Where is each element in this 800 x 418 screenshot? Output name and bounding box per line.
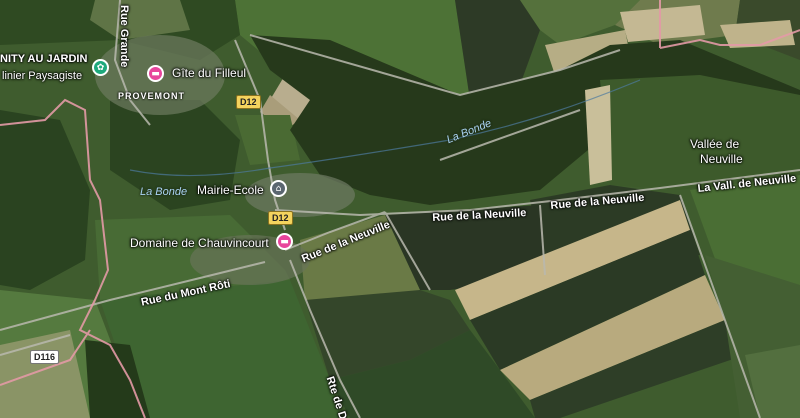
satellite-map[interactable]: NITY AU JARDIN linier Paysagiste ✿ ▬ Gît… — [0, 0, 800, 418]
town-hall-icon[interactable]: ⌂ — [270, 180, 287, 197]
hotel-icon[interactable]: ▬ — [147, 65, 164, 82]
garden-business-sublabel: linier Paysagiste — [2, 70, 83, 82]
rue-grande-label: Rue Grande — [118, 5, 130, 68]
hotel-icon[interactable]: ▬ — [276, 233, 293, 250]
garden-icon[interactable]: ✿ — [92, 59, 109, 76]
d12-shield-north: D12 — [236, 95, 261, 109]
provemont-label: PROVEMONT — [118, 91, 186, 101]
mairie-ecole-label[interactable]: Mairie-Ecole — [197, 183, 264, 197]
gite-du-filleul-label[interactable]: Gîte du Filleul — [172, 66, 246, 80]
d12-shield-south: D12 — [268, 211, 293, 225]
field-light — [720, 20, 795, 48]
d116-shield: D116 — [30, 350, 60, 364]
domaine-de-chauvincourt-label[interactable]: Domaine de Chauvincourt — [130, 236, 269, 250]
field — [600, 75, 800, 190]
la-bonde-label-west: La Bonde — [140, 186, 188, 198]
garden-business-label[interactable]: NITY AU JARDIN — [0, 53, 87, 65]
vallee-de-neuville-line1: Vallée de — [690, 137, 740, 151]
vallee-de-neuville-line2: Neuville — [700, 152, 743, 166]
